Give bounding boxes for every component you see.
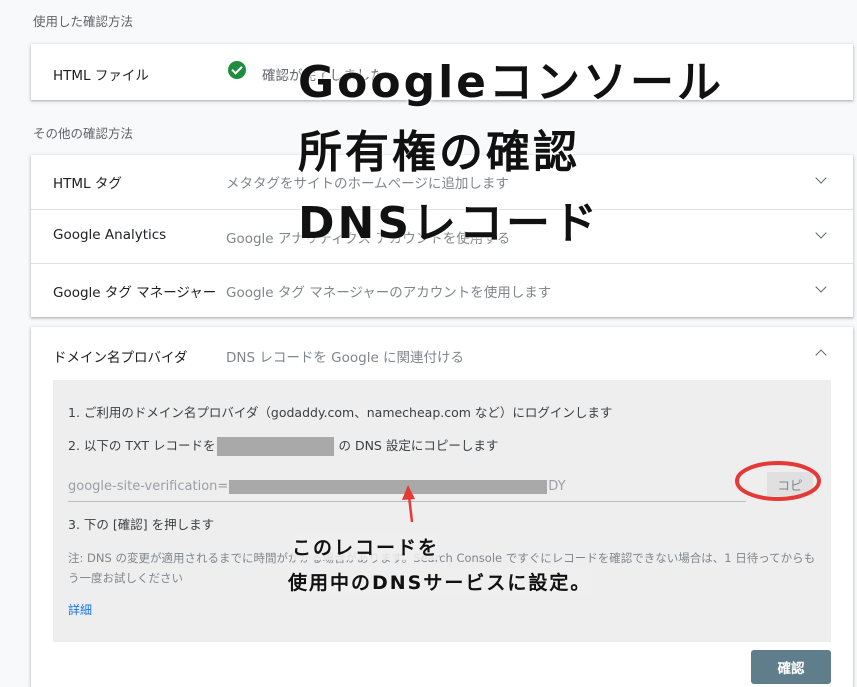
step-2-text: 2. 以下の TXT レコードを の DNS 設定にコピーします	[68, 435, 498, 456]
step-3-text: 3. 下の [確認] を押します	[68, 517, 215, 532]
dns-instructions-panel: 1. ご利用のドメイン名プロバイダ（godaddy.com、namecheap.…	[53, 380, 831, 642]
other-methods-label: その他の確認方法	[33, 126, 134, 141]
overlay-callout-line-2: 使用中のDNSサービスに設定。	[288, 568, 592, 595]
method-name: HTML ファイル	[53, 68, 149, 84]
method-description: DNS レコードを Google に関連付ける	[226, 350, 465, 366]
chevron-down-icon[interactable]	[815, 281, 827, 293]
chevron-down-icon[interactable]	[815, 172, 827, 184]
method-name: HTML タグ	[53, 176, 122, 192]
method-name: Google タグ マネージャー	[53, 285, 217, 301]
step-1-text: 1. ご利用のドメイン名プロバイダ（godaddy.com、namecheap.…	[68, 405, 613, 420]
redacted-token	[229, 479, 548, 494]
method-name: ドメイン名プロバイダ	[53, 350, 188, 366]
txt-record-prefix: google-site-verification=	[68, 479, 229, 494]
copy-button[interactable]: コピ	[767, 472, 813, 496]
confirm-button[interactable]: 確認	[751, 650, 831, 684]
overlay-title-line-2: 所有権の確認	[298, 127, 580, 178]
chevron-down-icon[interactable]	[815, 227, 827, 239]
method-name: Google Analytics	[53, 227, 167, 243]
overlay-callout-line-1: このレコードを	[292, 533, 440, 560]
step-2-suffix: の DNS 設定にコピーします	[338, 438, 499, 453]
redacted-domain	[217, 437, 335, 456]
overlay-title-line-3: DNSレコード	[298, 198, 601, 249]
txt-record-suffix: DY	[548, 479, 566, 494]
step-2-prefix: 2. 以下の TXT レコードを	[68, 438, 216, 453]
used-methods-label: 使用した確認方法	[33, 14, 134, 29]
check-circle-icon	[228, 61, 246, 79]
method-row-domain-provider[interactable]: ドメイン名プロバイダ DNS レコードを Google に関連付ける	[31, 327, 853, 381]
overlay-title-line-1: Googleコンソール	[298, 57, 724, 108]
details-link[interactable]: 詳細	[68, 601, 92, 618]
chevron-up-icon[interactable]	[815, 349, 827, 361]
txt-record-field[interactable]: google-site-verification= DY	[68, 479, 746, 502]
method-description: Google タグ マネージャーのアカウントを使用します	[226, 285, 552, 301]
method-row-tag-manager[interactable]: Google タグ マネージャー Google タグ マネージャーのアカウントを…	[31, 263, 853, 317]
domain-provider-card: ドメイン名プロバイダ DNS レコードを Google に関連付ける 1. ご利…	[31, 327, 853, 687]
